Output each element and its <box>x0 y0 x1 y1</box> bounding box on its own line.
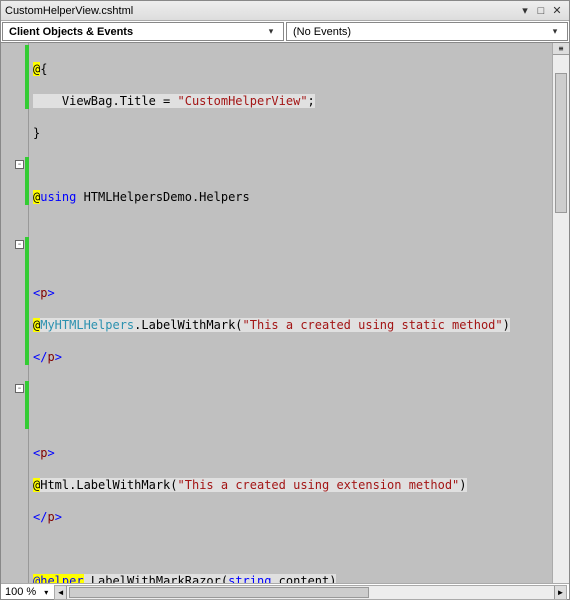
outline-toggle-icon[interactable]: - <box>15 240 24 249</box>
status-bar: 100 % ▾ ◄ ► <box>1 583 569 600</box>
code-line <box>29 541 552 557</box>
editor-area: - - - @{ ViewBag.Title = "CustomHelperVi… <box>1 43 569 583</box>
outline-toggle-icon[interactable]: - <box>15 160 24 169</box>
code-line: </p> <box>29 349 552 365</box>
code-line: @using HTMLHelpersDemo.Helpers <box>29 189 552 205</box>
code-line <box>29 157 552 173</box>
code-line <box>29 221 552 237</box>
code-line: <p> <box>29 285 552 301</box>
document-tab-bar: CustomHelperView.cshtml ▾ □ ✕ <box>1 1 569 21</box>
chevron-down-icon: ▾ <box>549 26 561 37</box>
scroll-right-icon[interactable]: ► <box>554 586 566 599</box>
split-grip-icon[interactable]: ≡ <box>553 43 569 55</box>
code-line: @MyHTMLHelpers.LabelWithMark("This a cre… <box>29 317 552 333</box>
code-line: @helper LabelWithMarkRazor(string conten… <box>29 573 552 583</box>
event-dropdown-label: (No Events) <box>293 26 549 38</box>
horizontal-scrollbar[interactable]: ◄ ► <box>54 585 567 600</box>
code-line: <p> <box>29 445 552 461</box>
window-dropdown-icon[interactable]: ▾ <box>517 4 533 17</box>
code-line <box>29 413 552 429</box>
object-dropdown-label: Client Objects & Events <box>9 26 265 38</box>
outline-toggle-icon[interactable]: - <box>15 384 24 393</box>
vertical-scrollbar[interactable]: ≡ <box>552 43 569 583</box>
code-line: ViewBag.Title = "CustomHelperView"; <box>29 93 552 109</box>
code-line: @{ <box>29 61 552 77</box>
code-line <box>29 381 552 397</box>
code-line <box>29 253 552 269</box>
document-tab-title[interactable]: CustomHelperView.cshtml <box>5 5 517 17</box>
scroll-left-icon[interactable]: ◄ <box>55 586 67 599</box>
object-dropdown[interactable]: Client Objects & Events ▾ <box>2 22 284 41</box>
code-line: </p> <box>29 509 552 525</box>
chevron-down-icon: ▾ <box>265 26 277 37</box>
editor-margin: - - - <box>1 43 29 583</box>
scrollbar-thumb[interactable] <box>69 587 369 598</box>
code-editor[interactable]: @{ ViewBag.Title = "CustomHelperView"; }… <box>29 43 552 583</box>
navigation-bar: Client Objects & Events ▾ (No Events) ▾ <box>1 21 569 43</box>
window-restore-icon[interactable]: □ <box>533 5 549 17</box>
zoom-dropdown-icon[interactable]: ▾ <box>40 588 52 597</box>
code-line: } <box>29 125 552 141</box>
zoom-level[interactable]: 100 % <box>1 586 40 598</box>
event-dropdown[interactable]: (No Events) ▾ <box>286 22 568 41</box>
code-line: @Html.LabelWithMark("This a created usin… <box>29 477 552 493</box>
scrollbar-thumb[interactable] <box>555 73 567 213</box>
window-close-icon[interactable]: ✕ <box>549 4 565 17</box>
